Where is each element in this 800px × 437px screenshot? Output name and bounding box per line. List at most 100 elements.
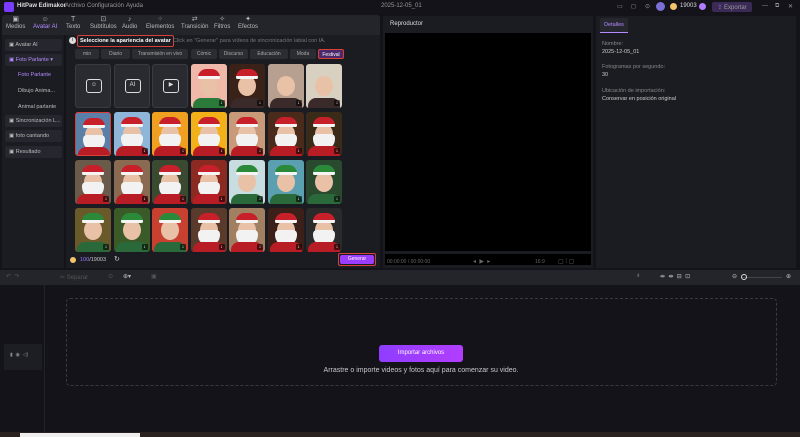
ai-generate-avatar-button[interactable]: AI xyxy=(113,64,150,108)
avatar-thumbnail[interactable]: ↓ xyxy=(152,208,188,252)
close-icon[interactable]: ✕ xyxy=(788,3,793,10)
feedback-icon[interactable]: ◻ xyxy=(631,3,636,10)
avatar-thumbnail[interactable]: ↓ xyxy=(306,208,342,252)
avatar-thumbnail[interactable]: ↓ xyxy=(190,112,227,156)
generate-button[interactable]: Generar xyxy=(338,253,376,266)
hint-text: Click en "Generar" para vídeos de sincro… xyxy=(173,38,326,44)
menu-ayuda[interactable]: Ayuda xyxy=(126,3,143,9)
download-icon: ↓ xyxy=(295,196,302,202)
avatar-thumbnail[interactable]: ↓ xyxy=(229,112,265,156)
subtítulos-icon: ⊡ xyxy=(100,16,107,23)
menu-archivo[interactable]: Archivo xyxy=(65,3,85,9)
split-button[interactable]: ✂ Separar xyxy=(60,274,88,281)
sidebar-item-foto-parlante[interactable]: ▣ Foto Parlante ▾ xyxy=(5,54,62,66)
import-files-button[interactable]: Importar archivos xyxy=(379,345,463,362)
tab-elementos[interactable]: ⁘ Elementos xyxy=(146,16,174,30)
avatar-thumbnail[interactable]: ↓ xyxy=(190,160,227,204)
category-mio[interactable]: mio xyxy=(75,49,99,59)
zoom-handle[interactable] xyxy=(741,274,747,280)
download-icon: ↓ xyxy=(218,100,225,106)
upload-photo-button[interactable]: ☺ xyxy=(75,64,111,108)
tab-avatar-ai[interactable]: ☺ Avatar AI xyxy=(33,16,57,30)
avatar[interactable] xyxy=(656,2,665,11)
player-controls[interactable]: ◂ ▶ ▸ xyxy=(473,258,490,265)
avatar-thumbnail[interactable]: ↓ xyxy=(113,208,150,252)
crop-icon[interactable]: ▣ xyxy=(151,273,157,280)
category-discurso[interactable]: Discurso xyxy=(219,49,248,59)
category-cómic[interactable]: Cómic xyxy=(191,49,217,59)
speed-icon[interactable]: ⊙ xyxy=(108,273,113,280)
avatar-thumbnail[interactable]: ↓ xyxy=(75,160,111,204)
sidebar-item-sincronizacion[interactable]: ▣ Sincronización L... xyxy=(5,115,62,127)
avatar-thumbnail[interactable]: ↓ xyxy=(229,208,265,252)
avatar-thumbnail[interactable]: ↓ xyxy=(152,112,188,156)
sidebar-subitem-animal-parlante[interactable]: Animal parlante xyxy=(5,101,62,113)
sidebar-item-avatar-ai[interactable]: ▣ Avatar AI xyxy=(5,39,62,51)
download-icon: ↓ xyxy=(141,148,148,154)
download-icon: ↓ xyxy=(103,196,109,202)
details-panel: Detalles Nombre: 2025-12-05_01 Fotograma… xyxy=(596,16,796,268)
minimize-icon[interactable]: — xyxy=(762,3,768,9)
efectos-icon: ✦ xyxy=(245,16,251,23)
fullscreen-icon[interactable]: ▢ ⁞ ▢ xyxy=(558,258,574,265)
avatar-thumbnail[interactable]: ↓ xyxy=(267,64,304,108)
aspect-ratio[interactable]: 16:9 xyxy=(535,259,545,265)
timeline-tools-icon[interactable]: ⇹ ⇼ ⊟ ⊡ xyxy=(660,273,690,280)
menu-configuracion[interactable]: Configuración xyxy=(87,3,124,9)
tab-transición[interactable]: ⇄ Transición xyxy=(181,16,208,30)
zoom-slider[interactable] xyxy=(742,277,782,278)
avatar-thumbnail[interactable]: ↓ xyxy=(190,208,227,252)
export-button[interactable]: ⇪ Exportar xyxy=(712,2,752,12)
avatar-thumbnail[interactable]: ↓ xyxy=(229,64,265,108)
taskbar-search[interactable] xyxy=(20,433,140,437)
zoom-out-icon[interactable]: ⊖ xyxy=(732,273,737,280)
sidebar-item-foto-cantando[interactable]: ▣ foto cantando xyxy=(5,130,62,142)
avatar-thumbnail[interactable]: ↓ xyxy=(306,64,342,108)
snapshot-icon[interactable]: ⊕▾ xyxy=(123,273,131,280)
category-educación[interactable]: Educación xyxy=(250,49,288,59)
avatar-thumbnail[interactable]: ↓ xyxy=(113,160,150,204)
sidebar-subitem-dibujo-animado[interactable]: Dibujo Anima... xyxy=(5,85,62,97)
tab-subtítulos[interactable]: ⊡ Subtítulos xyxy=(90,16,117,30)
avatar-thumbnail[interactable] xyxy=(75,112,111,156)
tab-medios[interactable]: ▣ Medios xyxy=(6,16,25,30)
video-avatar-button[interactable]: ▶ xyxy=(152,64,188,108)
sidebar-item-resultado[interactable]: ▣ Resultado xyxy=(5,146,62,158)
avatar-thumbnail[interactable]: ↓ xyxy=(306,160,342,204)
avatar-thumbnail[interactable]: ↓ xyxy=(113,112,150,156)
maximize-icon[interactable]: ⧉ xyxy=(775,3,779,10)
project-name: 2025-12-05_01 xyxy=(381,3,422,9)
track-controls[interactable]: ▮ ◉ ◁) xyxy=(4,344,42,370)
transición-icon: ⇄ xyxy=(191,16,198,23)
avatar-thumbnail[interactable]: ↓ xyxy=(267,160,304,204)
avatar-thumbnail[interactable]: ↓ xyxy=(229,160,265,204)
refresh-icon[interactable]: ↻ xyxy=(114,255,120,263)
premium-icon[interactable] xyxy=(699,3,706,10)
avatar-ai-icon: ☺ xyxy=(41,16,49,23)
avatar-thumbnail[interactable]: ↓ xyxy=(267,112,304,156)
undo-icon[interactable]: ↶ ↷ xyxy=(6,273,19,280)
tab-audio[interactable]: ♪ Audio xyxy=(122,16,137,30)
category-moda[interactable]: Moda xyxy=(290,49,316,59)
seek-bar[interactable] xyxy=(385,251,591,254)
avatar-thumbnail[interactable]: ↓ xyxy=(267,208,304,252)
sidebar-subitem-foto-parlante[interactable]: Foto Parlante xyxy=(5,69,62,81)
texto-icon: T xyxy=(71,16,76,23)
category-transmisión-en-vivo[interactable]: Transmisión en vivo xyxy=(132,49,188,59)
avatar-thumbnail[interactable]: ↓ xyxy=(306,112,342,156)
tab-filtros[interactable]: ✧ Filtros xyxy=(214,16,230,30)
avatar-thumbnail[interactable]: ↓ xyxy=(190,64,227,108)
category-diario[interactable]: Diario xyxy=(101,49,130,59)
layout-icon[interactable]: ▭ xyxy=(617,3,623,10)
timeline: ▮ ◉ ◁) Importar archivos Arrastre o impo… xyxy=(0,285,800,432)
avatar-thumbnail[interactable]: ↓ xyxy=(75,208,111,252)
tab-detalles[interactable]: Detalles xyxy=(600,18,628,33)
tab-efectos[interactable]: ✦ Efectos xyxy=(238,16,258,30)
category-festival[interactable]: Festival xyxy=(318,49,344,59)
download-icon[interactable]: ⊙ xyxy=(645,3,650,10)
avatar-thumbnail[interactable]: ↓ xyxy=(152,160,188,204)
mic-icon[interactable]: ♁ xyxy=(636,273,641,279)
download-icon: ↓ xyxy=(180,148,186,154)
zoom-in-icon[interactable]: ⊕ xyxy=(786,273,791,280)
tab-texto[interactable]: T Texto xyxy=(66,16,80,30)
